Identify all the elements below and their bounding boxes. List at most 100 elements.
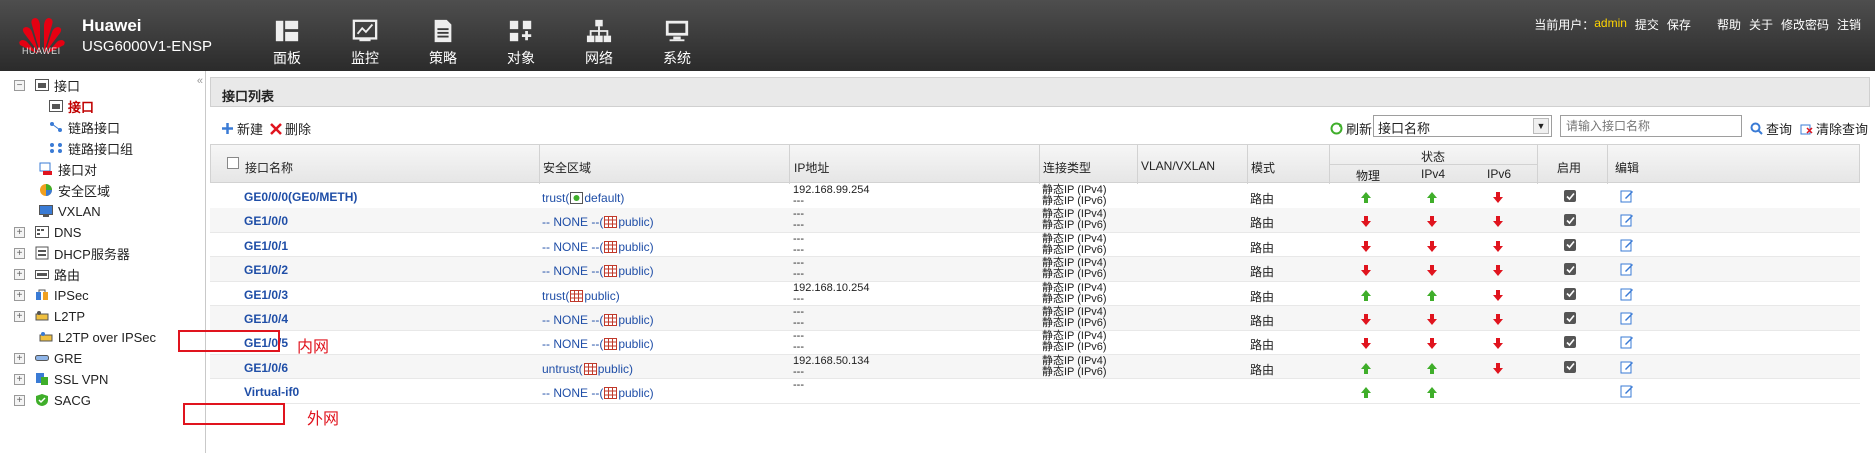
edit-button[interactable] — [1620, 262, 1634, 276]
sidebar-item-security-zone[interactable]: 安全区域 — [38, 179, 110, 201]
expand-icon[interactable]: + — [14, 268, 25, 280]
logout-link[interactable]: 注销 — [1837, 16, 1861, 33]
zone-link[interactable]: -- NONE --(public) — [542, 313, 654, 327]
about-link[interactable]: 关于 — [1749, 16, 1773, 33]
enable-checkbox[interactable] — [1564, 312, 1576, 324]
new-button[interactable]: 新建 — [221, 119, 263, 138]
collapse-sidebar-icon[interactable]: « — [197, 75, 203, 87]
edit-button[interactable] — [1620, 189, 1634, 203]
enable-checkbox[interactable] — [1564, 238, 1576, 251]
edit-button[interactable] — [1620, 335, 1634, 349]
expand-icon[interactable]: + — [14, 352, 25, 364]
save-link[interactable]: 保存 — [1667, 16, 1691, 33]
interface-name-link[interactable]: GE0/0/0(GE0/METH) — [244, 190, 357, 204]
zone-link[interactable]: -- NONE --(public) — [542, 386, 654, 400]
expand-icon[interactable]: + — [14, 373, 25, 385]
sidebar-item-ipsec[interactable]: + IPSec — [14, 284, 89, 306]
interface-name-link[interactable]: GE1/0/4 — [244, 312, 288, 326]
edit-button[interactable] — [1620, 311, 1634, 325]
expand-icon[interactable]: + — [14, 226, 25, 238]
nav-object[interactable]: 对象 — [482, 12, 560, 68]
table-row[interactable]: GE0/0/0(GE0/METH) trust(default) 192.168… — [210, 184, 1860, 209]
header-ip[interactable]: IP地址 — [794, 159, 829, 176]
sidebar-item-link-interface-group[interactable]: 链路接口组 — [48, 137, 133, 159]
enable-checkbox[interactable] — [1564, 287, 1576, 300]
zone-link[interactable]: untrust(public) — [542, 362, 633, 376]
enable-checkbox[interactable] — [1564, 214, 1576, 227]
edit-button[interactable] — [1620, 384, 1634, 398]
enable-checkbox[interactable] — [1564, 336, 1576, 349]
nav-network[interactable]: 网络 — [560, 12, 638, 68]
zone-link[interactable]: trust(public) — [542, 289, 620, 303]
sidebar-item-dhcp-server[interactable]: + DHCP服务器 — [14, 242, 130, 264]
edit-button[interactable] — [1620, 238, 1634, 252]
sidebar-item-interface-group[interactable]: − 接口 — [14, 74, 80, 96]
nav-system[interactable]: 系统 — [638, 12, 716, 68]
query-button[interactable]: 查询 — [1750, 119, 1792, 138]
table-row[interactable]: GE1/0/3 trust(public) 192.168.10.254 --- … — [210, 282, 1860, 307]
sidebar-item-vxlan[interactable]: VXLAN — [38, 200, 101, 222]
zone-link[interactable]: -- NONE --(public) — [542, 264, 654, 278]
zone-link[interactable]: trust(default) — [542, 191, 624, 205]
delete-button[interactable]: 删除 — [270, 119, 311, 138]
sidebar-item-sacg[interactable]: + SACG — [14, 389, 91, 411]
vxlan-icon — [38, 204, 54, 218]
header-vlan[interactable]: VLAN/VXLAN — [1141, 159, 1215, 173]
zone-link[interactable]: -- NONE --(public) — [542, 215, 654, 229]
table-row[interactable]: Virtual-if0 -- NONE --(public) --- — [210, 379, 1860, 404]
select-all-checkbox[interactable] — [227, 157, 239, 169]
sidebar-item-route[interactable]: + 路由 — [14, 263, 80, 285]
expand-icon[interactable]: + — [14, 247, 25, 259]
sidebar-item-gre[interactable]: + GRE — [14, 347, 82, 369]
sidebar-item-dns[interactable]: + DNS — [14, 221, 81, 243]
enable-checkbox[interactable] — [1564, 190, 1576, 202]
filter-field-select[interactable]: 接口名称 ▼ — [1373, 115, 1552, 137]
table-row[interactable]: GE1/0/4 -- NONE --(public) --- --- 静态IP (… — [210, 306, 1860, 331]
table-row[interactable]: GE1/0/1 -- NONE --(public) --- --- 静态IP (… — [210, 233, 1860, 258]
collapse-icon[interactable]: − — [14, 79, 25, 91]
interface-name-link[interactable]: Virtual-if0 — [244, 385, 299, 399]
nav-monitor[interactable]: 监控 — [326, 12, 404, 68]
refresh-button[interactable]: 刷新 — [1330, 119, 1372, 138]
interface-name-link[interactable]: GE1/0/3 — [244, 288, 288, 302]
sidebar-item-ssl-vpn[interactable]: + SSL VPN — [14, 368, 108, 390]
table-row[interactable]: GE1/0/6 untrust(public) 192.168.50.134 --… — [210, 354, 1860, 380]
enable-checkbox[interactable] — [1564, 263, 1576, 276]
sidebar-item-l2tp-over-ipsec[interactable]: L2TP over IPSec — [38, 326, 156, 348]
header-mode[interactable]: 模式 — [1251, 159, 1275, 176]
refresh-icon — [1330, 122, 1343, 135]
change-password-link[interactable]: 修改密码 — [1781, 16, 1829, 33]
arrow-down-icon — [1427, 314, 1437, 325]
nav-policy[interactable]: 策略 — [404, 12, 482, 68]
header-zone[interactable]: 安全区域 — [543, 159, 591, 176]
header-name[interactable]: 接口名称 — [245, 159, 293, 176]
sidebar-item-l2tp[interactable]: + L2TP — [14, 305, 85, 327]
interface-name-link[interactable]: GE1/0/2 — [244, 263, 288, 277]
zone-link[interactable]: -- NONE --(public) — [542, 337, 654, 351]
zone-link[interactable]: -- NONE --(public) — [542, 240, 654, 254]
clear-query-button[interactable]: 清除查询 — [1800, 119, 1868, 138]
enable-checkbox[interactable] — [1564, 360, 1576, 373]
expand-icon[interactable]: + — [14, 289, 25, 301]
sidebar-item-interface[interactable]: 接口 — [48, 95, 94, 117]
table-row[interactable]: GE1/0/2 -- NONE --(public) --- --- 静态IP (… — [210, 257, 1860, 282]
help-link[interactable]: 帮助 — [1717, 16, 1741, 33]
expand-icon[interactable]: + — [14, 310, 25, 322]
search-input[interactable] — [1560, 115, 1742, 137]
expand-icon[interactable]: + — [14, 394, 25, 406]
edit-button[interactable] — [1620, 287, 1634, 301]
system-icon — [665, 20, 689, 42]
interface-name-link[interactable]: GE1/0/0 — [244, 214, 288, 228]
table-row[interactable]: GE1/0/0 -- NONE --(public) --- --- 静态IP (… — [210, 208, 1860, 233]
sidebar-item-interface-pair[interactable]: 接口对 — [38, 158, 97, 180]
interface-name-link[interactable]: GE1/0/6 — [244, 361, 288, 375]
interface-name-link[interactable]: GE1/0/1 — [244, 239, 288, 253]
table-row[interactable]: GE1/0/5 -- NONE --(public) --- --- 静态IP (… — [210, 330, 1860, 355]
header-conn[interactable]: 连接类型 — [1043, 159, 1091, 176]
edit-button[interactable] — [1620, 360, 1634, 374]
edit-button[interactable] — [1620, 213, 1634, 227]
link-icon — [48, 120, 64, 134]
nav-dashboard[interactable]: 面板 — [248, 12, 326, 68]
commit-link[interactable]: 提交 — [1635, 16, 1659, 33]
sidebar-item-link-interface[interactable]: 链路接口 — [48, 116, 120, 138]
